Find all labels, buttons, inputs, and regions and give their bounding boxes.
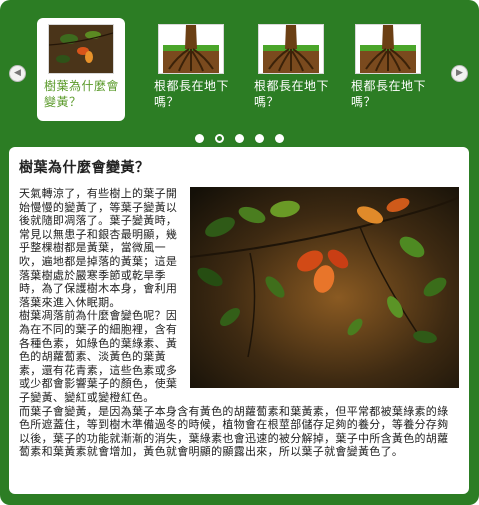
tree-roots-thumbnail (355, 24, 421, 74)
article-body: 天氣轉涼了，有些樹上的葉子開始慢慢的變黃了，等葉子變黃以後就隨即凋落了。葉子變黃… (19, 187, 459, 459)
carousel-item-1[interactable]: 根都長在地下嗎？ (147, 18, 235, 121)
autumn-leaves-thumbnail (48, 24, 114, 74)
carousel-caption: 根都長在地下嗎？ (254, 79, 330, 109)
carousel-item-2[interactable]: 根都長在地下嗎？ (247, 18, 335, 121)
pagination-dot-5[interactable] (275, 134, 285, 143)
pagination-dot-4[interactable] (255, 134, 265, 143)
chevron-left-icon[interactable]: ◀ (9, 65, 26, 82)
carousel-caption: 樹葉為什麼會變黃？ (44, 79, 120, 109)
widget-frame: ◀ 樹葉為什麼會變黃？ 根都長在地下嗎？ 根都長在地下嗎？ 根都長在地下嗎？ ▶… (0, 0, 479, 505)
article-paragraph: 而葉子會變黃，是因為葉子本身含有黃色的胡蘿蔔素和葉黃素，但平常都被葉綠素的綠色所… (19, 404, 449, 459)
pagination-dot-3[interactable] (235, 134, 244, 143)
article-card: 樹葉為什麼會變黃？ 天氣轉涼了，有些樹上的葉子開始慢慢的變黃了，等葉子變黃以後就… (9, 147, 469, 494)
pagination-dot-1[interactable] (194, 134, 204, 143)
carousel-caption: 根都長在地下嗎？ (351, 79, 427, 109)
pagination-dot-2[interactable] (214, 134, 224, 143)
tree-roots-thumbnail (258, 24, 324, 74)
thumbnail-carousel: ◀ 樹葉為什麼會變黃？ 根都長在地下嗎？ 根都長在地下嗎？ 根都長在地下嗎？ ▶ (0, 10, 479, 143)
chevron-right-icon[interactable]: ▶ (451, 65, 468, 82)
carousel-pagination (0, 128, 479, 147)
article-title: 樹葉為什麼會變黃？ (19, 160, 150, 176)
carousel-item-3[interactable]: 根都長在地下嗎？ (344, 18, 432, 121)
carousel-caption: 根都長在地下嗎？ (154, 79, 230, 109)
tree-roots-thumbnail (158, 24, 224, 74)
carousel-item-0[interactable]: 樹葉為什麼會變黃？ (37, 18, 125, 121)
autumn-leaves-photo (190, 187, 459, 388)
